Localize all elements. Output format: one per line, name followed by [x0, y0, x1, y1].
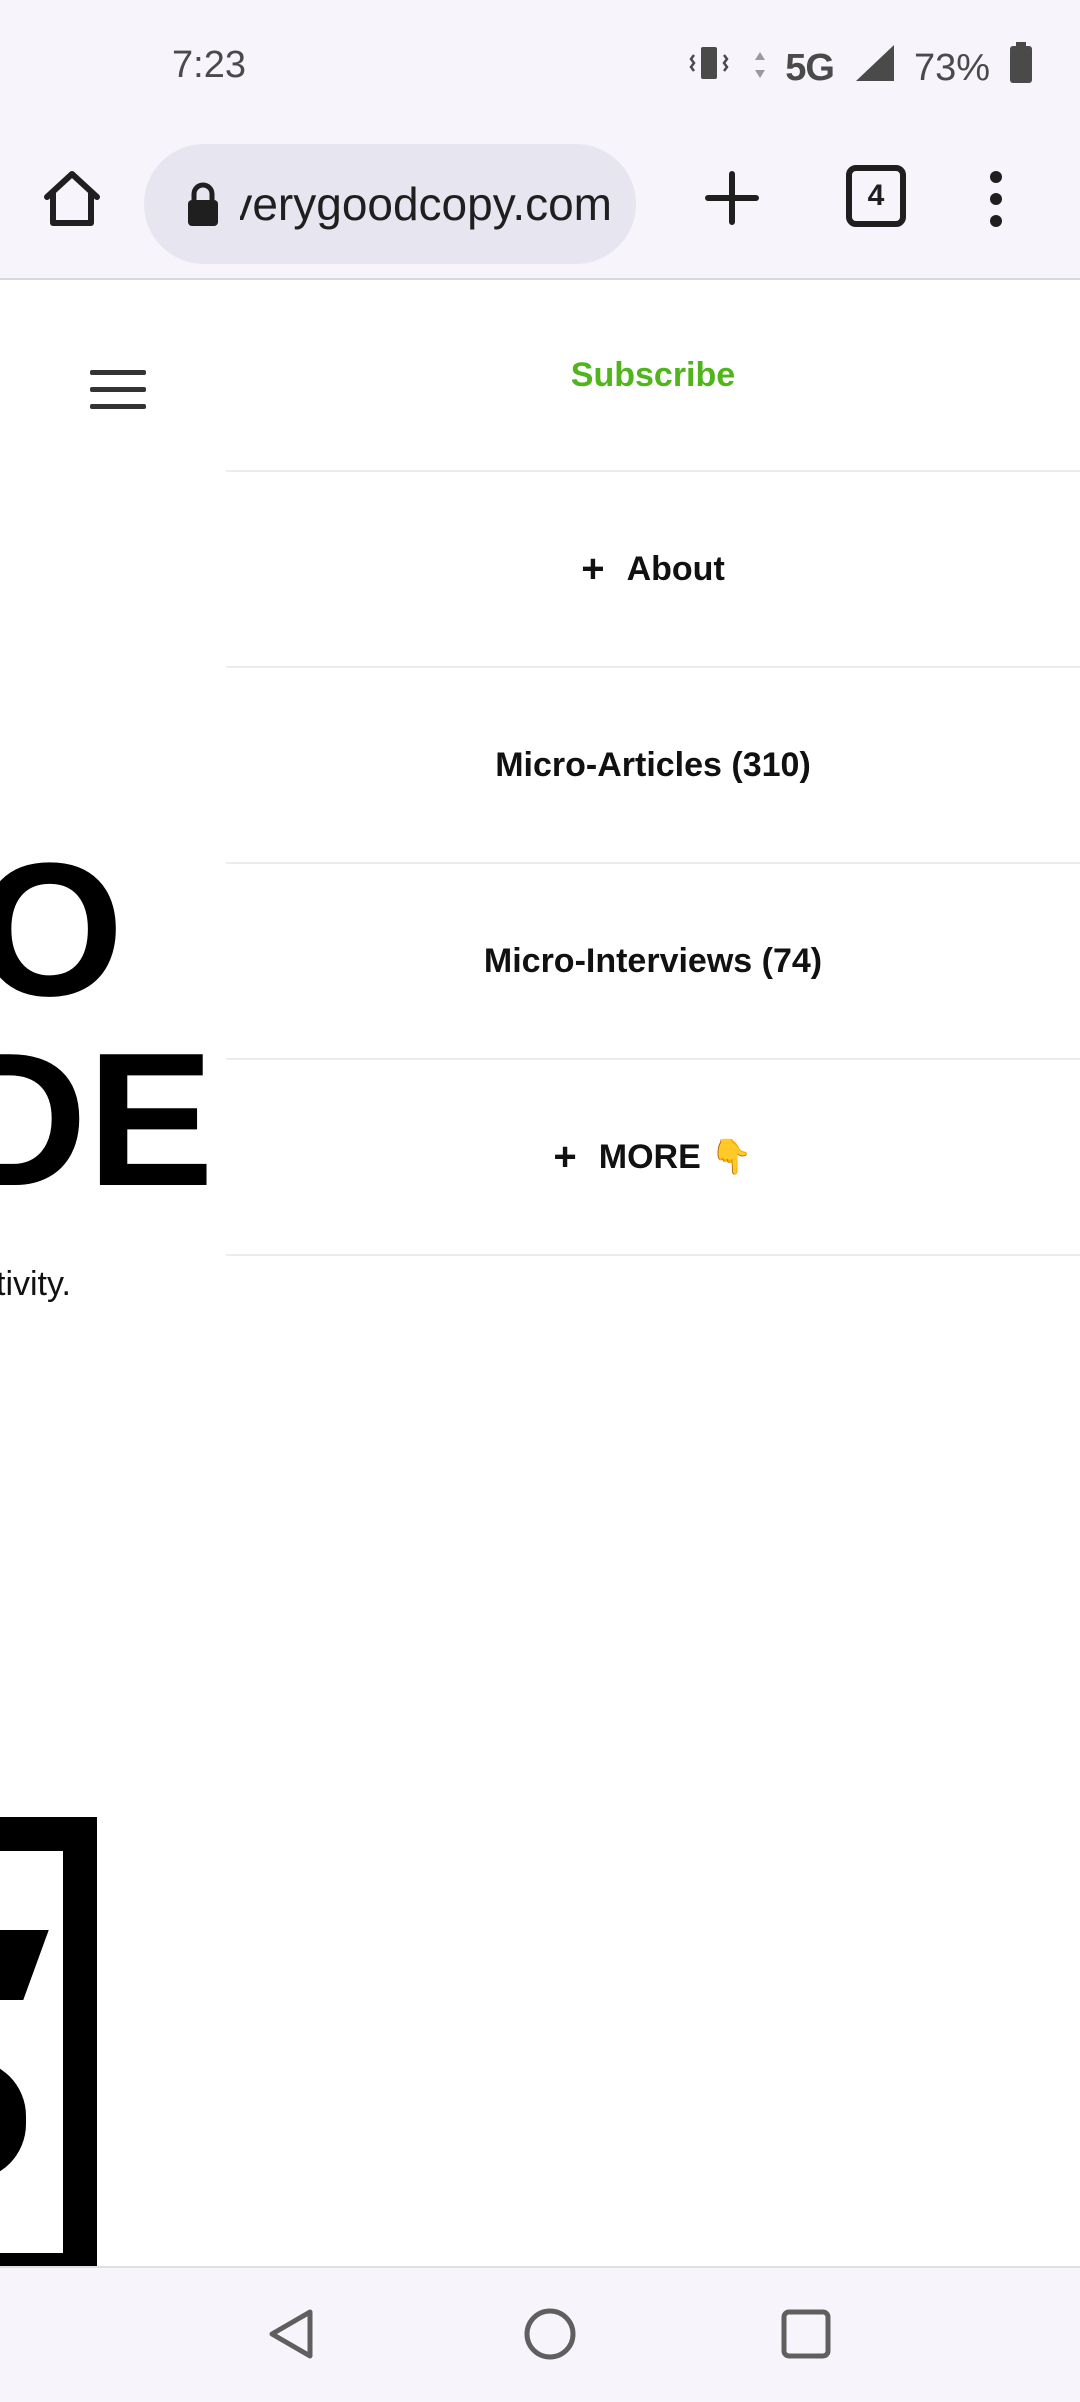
headline-line-1: O	[0, 824, 124, 1036]
home-circle-icon[interactable]	[520, 2304, 580, 2364]
menu-item-micro-articles[interactable]: Micro-Articles (310)	[226, 668, 1080, 864]
status-icons: 5G 73%	[689, 41, 1034, 95]
recents-square-icon[interactable]	[776, 2304, 836, 2364]
new-tab-button[interactable]	[700, 166, 764, 230]
nav-menu-panel: Subscribe + About Micro-Articles (310) M…	[226, 280, 1080, 1256]
browser-toolbar: verygoodcopy.com 4	[0, 134, 1080, 280]
menu-item-label: About	[626, 549, 725, 588]
overflow-menu-button[interactable]	[966, 164, 1026, 234]
more-vert-icon	[990, 171, 1002, 227]
url-text: verygoodcopy.com	[240, 178, 612, 230]
data-activity-icon	[753, 47, 767, 90]
status-bar: 7:23 5G 73%	[0, 0, 1080, 134]
logo-frame	[0, 1817, 97, 2266]
menu-item-about[interactable]: + About	[226, 472, 1080, 668]
tab-switcher-button[interactable]: 4	[846, 165, 906, 227]
tagline: tivity.	[0, 1265, 71, 1303]
menu-item-label: Subscribe	[570, 355, 736, 394]
back-triangle-icon[interactable]	[262, 2304, 322, 2364]
expand-plus-icon[interactable]: +	[581, 547, 604, 592]
menu-item-subscribe[interactable]: Subscribe	[226, 280, 1080, 472]
lock-icon[interactable]	[186, 182, 218, 226]
battery-icon	[1008, 41, 1034, 95]
network-type: 5G	[785, 46, 835, 89]
status-time: 7:23	[172, 44, 246, 86]
menu-item-more[interactable]: + MORE 👇	[226, 1060, 1080, 1256]
home-icon	[44, 171, 100, 226]
tab-switcher-icon: 4	[846, 165, 906, 227]
menu-item-label: Micro-Interviews (74)	[483, 941, 823, 980]
menu-item-label: MORE 👇	[598, 1138, 753, 1176]
vibrate-icon	[689, 43, 735, 93]
web-page: O DE tivity. Subscribe + About Micro-Art…	[0, 280, 1080, 2266]
menu-item-label: Micro-Articles (310)	[495, 745, 811, 784]
home-button[interactable]	[40, 166, 104, 230]
signal-icon	[852, 43, 896, 93]
system-nav-bar	[0, 2266, 1080, 2402]
expand-plus-icon[interactable]: +	[553, 1135, 576, 1180]
menu-item-micro-interviews[interactable]: Micro-Interviews (74)	[226, 864, 1080, 1060]
battery-percent: 73%	[913, 46, 990, 89]
plus-icon	[705, 171, 759, 225]
headline-line-2: DE	[0, 1014, 214, 1226]
hamburger-menu-icon[interactable]	[90, 370, 146, 410]
address-bar[interactable]: verygoodcopy.com	[144, 144, 636, 264]
